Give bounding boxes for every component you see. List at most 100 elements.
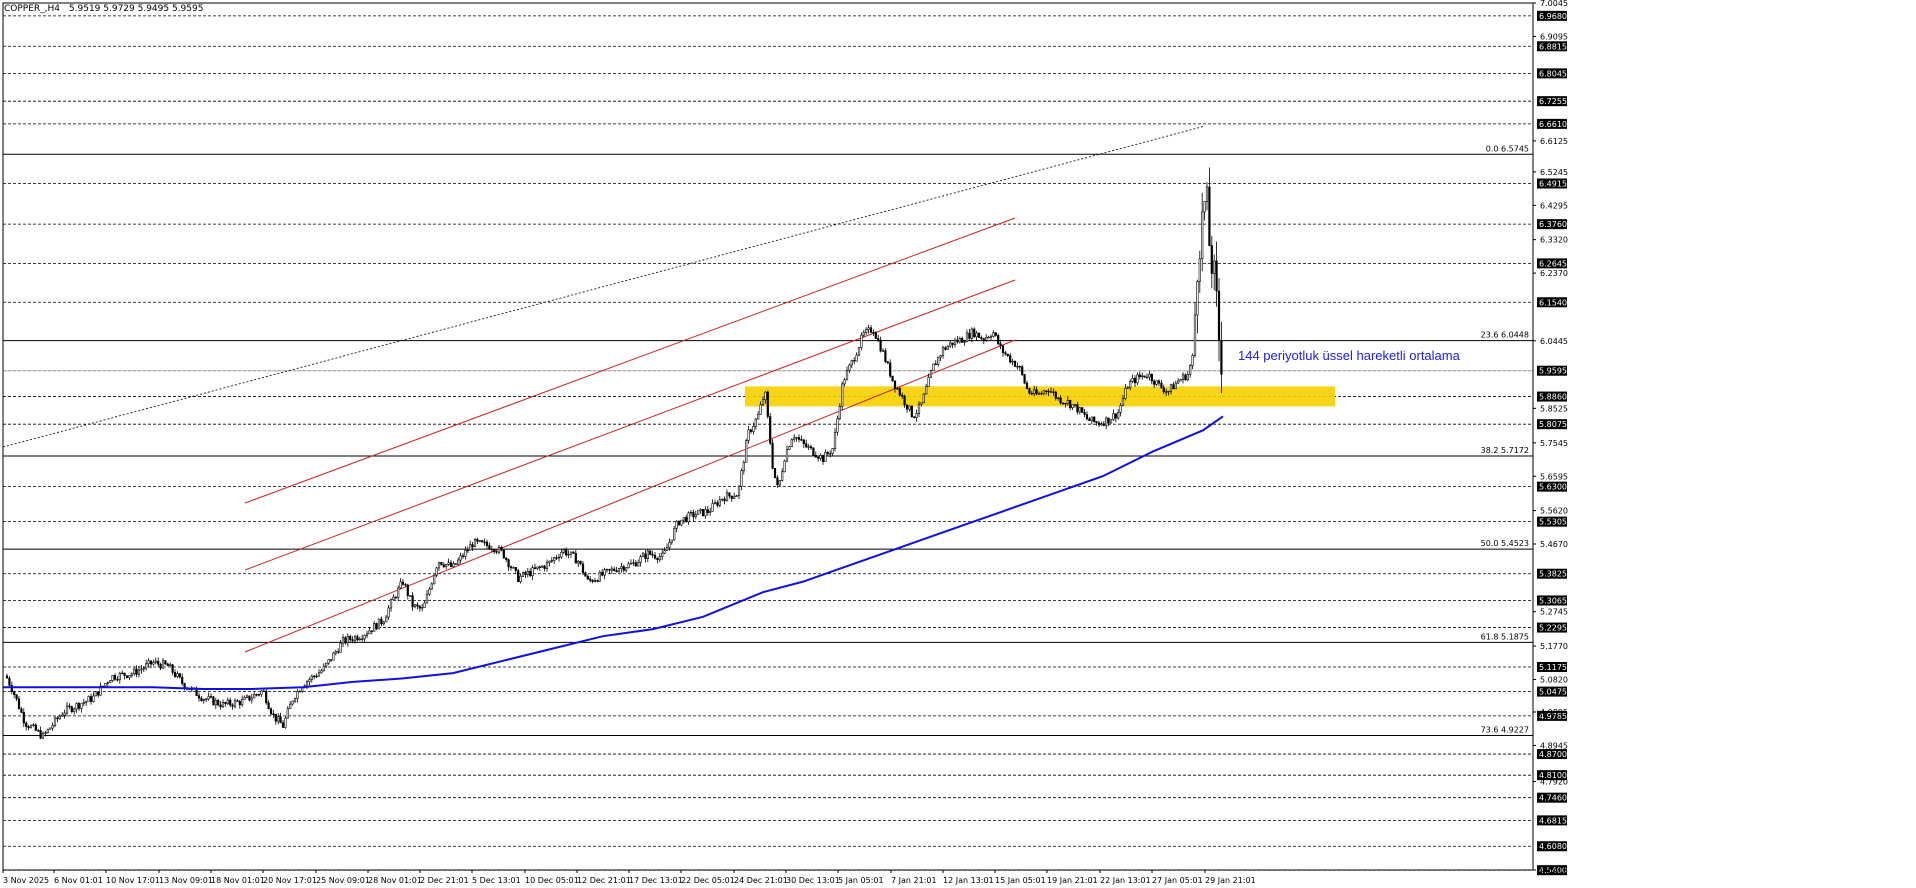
candle-body bbox=[1215, 260, 1218, 292]
candle-body bbox=[200, 697, 203, 701]
candle-body bbox=[1006, 353, 1009, 356]
candle-body bbox=[903, 395, 906, 406]
candle-body bbox=[1184, 374, 1187, 381]
candle-body bbox=[730, 495, 733, 499]
candle-body bbox=[421, 607, 424, 609]
price-tick-label: 6.3320 bbox=[1540, 236, 1568, 245]
candle-body bbox=[53, 717, 57, 726]
candle-body bbox=[159, 663, 162, 669]
candle-body bbox=[1129, 381, 1132, 389]
candle-body bbox=[800, 439, 803, 441]
candle-body bbox=[341, 637, 345, 644]
candle-body bbox=[272, 713, 275, 716]
candle-body bbox=[905, 404, 909, 410]
candle-body bbox=[581, 563, 585, 574]
price-chart[interactable]: 6.9680 6.8815 6.8045 6.7255 6.6610 6.4915 6.37… bbox=[0, 0, 1916, 888]
candle-body bbox=[733, 496, 736, 499]
candle-body bbox=[1004, 352, 1007, 355]
candle-body bbox=[25, 722, 28, 727]
candle-body bbox=[416, 604, 419, 607]
candle-body bbox=[968, 332, 971, 339]
candle-body bbox=[166, 663, 169, 667]
candle-body bbox=[1181, 374, 1185, 380]
candle-body bbox=[754, 418, 757, 427]
candle-body bbox=[202, 699, 205, 701]
candle-body bbox=[843, 379, 846, 385]
time-tick-label: 29 Jan 21:01 bbox=[1205, 876, 1256, 885]
candle-body bbox=[425, 593, 429, 604]
candle-body bbox=[457, 559, 460, 565]
candle-body bbox=[1217, 290, 1221, 342]
fib-label: 61.8 5.1875 bbox=[1481, 632, 1529, 641]
candle-body bbox=[145, 663, 148, 669]
candle-body bbox=[49, 727, 52, 730]
candle-body bbox=[346, 636, 349, 644]
candle-body bbox=[142, 667, 145, 670]
candle-body bbox=[1011, 360, 1014, 363]
candle-body bbox=[94, 691, 97, 697]
candle-body bbox=[440, 562, 443, 566]
candle-body bbox=[1145, 376, 1149, 379]
candle-body bbox=[437, 562, 441, 569]
candle-body bbox=[293, 698, 297, 702]
candle-body bbox=[5, 675, 9, 679]
support-zone-rect bbox=[745, 386, 1335, 407]
candle-body bbox=[147, 660, 150, 665]
candle-body bbox=[939, 355, 942, 358]
candle-body bbox=[740, 470, 743, 487]
candle-body bbox=[85, 700, 88, 703]
candle-body bbox=[797, 437, 801, 440]
candle-body bbox=[401, 581, 405, 585]
candle-body bbox=[884, 350, 887, 363]
time-tick-label: 22 Jan 13:01 bbox=[1100, 876, 1151, 885]
candle-body bbox=[555, 557, 558, 559]
candle-body bbox=[1097, 422, 1101, 426]
candle-body bbox=[133, 668, 136, 675]
candle-body bbox=[661, 552, 664, 557]
candle-body bbox=[149, 660, 153, 665]
candle-body bbox=[901, 394, 904, 397]
candle-body bbox=[706, 509, 709, 513]
candle-body bbox=[973, 328, 976, 338]
time-tick-label: 7 Jan 21:01 bbox=[891, 876, 937, 885]
candle-body bbox=[389, 599, 393, 609]
candle-body bbox=[61, 714, 64, 717]
candle-body bbox=[1066, 400, 1069, 404]
candle-body bbox=[920, 402, 923, 405]
candle-body bbox=[867, 327, 870, 330]
candle-body bbox=[922, 393, 925, 404]
candle-body bbox=[677, 520, 681, 526]
candle-body bbox=[1085, 414, 1089, 420]
candle-body bbox=[709, 510, 712, 513]
candle-body bbox=[313, 675, 316, 678]
candle-body bbox=[267, 702, 270, 710]
candle-body bbox=[39, 730, 42, 739]
candle-body bbox=[509, 566, 513, 569]
time-tick-label: 12 Jan 13:01 bbox=[943, 876, 994, 885]
candle-body bbox=[574, 552, 577, 564]
candle-body bbox=[663, 550, 666, 554]
price-tick-label: 5.5620 bbox=[1540, 507, 1568, 516]
candle-body bbox=[723, 498, 726, 502]
candle-body bbox=[358, 638, 361, 641]
candle-body bbox=[500, 546, 503, 551]
candle-body bbox=[382, 621, 385, 625]
candle-body bbox=[1016, 365, 1019, 368]
candle-body bbox=[997, 335, 1000, 345]
candle-body bbox=[1126, 387, 1129, 389]
candle-body bbox=[490, 548, 493, 551]
candle-body bbox=[1095, 421, 1098, 424]
candle-body bbox=[289, 703, 292, 709]
candle-body bbox=[533, 567, 537, 569]
candle-body bbox=[137, 669, 141, 675]
candle-body bbox=[1143, 375, 1146, 378]
candle-body bbox=[1052, 391, 1055, 393]
candle-body bbox=[1179, 379, 1182, 382]
candle-body bbox=[109, 680, 112, 683]
candle-body bbox=[449, 562, 453, 567]
candle-body bbox=[644, 553, 647, 559]
candle-body bbox=[217, 700, 220, 706]
level-label: 5.3825 bbox=[1539, 570, 1567, 579]
candle-body bbox=[557, 556, 561, 559]
candle-body bbox=[670, 539, 673, 543]
